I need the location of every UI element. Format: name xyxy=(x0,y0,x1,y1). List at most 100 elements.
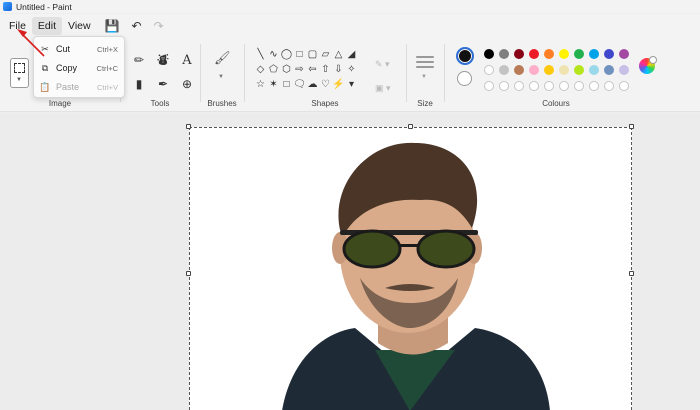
hexagon-shape-icon[interactable]: ⬡ xyxy=(280,62,293,77)
colour-swatch[interactable] xyxy=(604,49,614,59)
colour-swatch[interactable] xyxy=(499,49,509,59)
six-point-star-shape-icon[interactable]: ✶ xyxy=(267,77,280,92)
colour-swatch[interactable] xyxy=(529,49,539,59)
copy-menu-item[interactable]: ⧉ Copy Ctrl+C xyxy=(34,59,126,77)
menu-file[interactable]: File xyxy=(3,17,32,35)
custom-colour-slot[interactable] xyxy=(574,81,584,91)
four-point-star-shape-icon[interactable]: ✧ xyxy=(345,62,358,77)
fill-bucket-icon[interactable]: ⛇ xyxy=(151,48,175,72)
chevron-down-icon[interactable]: ▼ xyxy=(421,74,427,80)
oval-shape-icon[interactable]: ◯ xyxy=(280,47,293,62)
colour-swatch[interactable] xyxy=(589,65,599,75)
cut-shortcut: Ctrl+X xyxy=(96,44,118,54)
resize-handle[interactable] xyxy=(629,124,634,129)
custom-colour-slot[interactable] xyxy=(499,81,509,91)
polygon-shape-icon[interactable]: ▱ xyxy=(319,47,332,62)
custom-colour-slot[interactable] xyxy=(604,81,614,91)
triangle-shape-icon[interactable]: △ xyxy=(332,47,345,62)
resize-handle[interactable] xyxy=(186,271,191,276)
lightning-shape-icon[interactable]: ⚡ xyxy=(332,77,345,92)
curve-shape-icon[interactable]: ∿ xyxy=(267,47,280,62)
left-arrow-shape-icon[interactable]: ⇦ xyxy=(306,62,319,77)
edit-menu-dropdown: ✂ Cut Ctrl+X ⧉ Copy Ctrl+C 📋 Paste Ctrl+… xyxy=(33,36,125,98)
colour-swatch[interactable] xyxy=(514,49,524,59)
resize-handle[interactable] xyxy=(629,271,634,276)
five-point-star-shape-icon[interactable]: ☆ xyxy=(254,77,267,92)
save-icon[interactable]: 💾 xyxy=(105,19,120,33)
eraser-icon[interactable]: ▮ xyxy=(127,72,151,96)
right-arrow-shape-icon[interactable]: ⇨ xyxy=(293,62,306,77)
resize-handle[interactable] xyxy=(408,124,413,129)
image-group-label: Image xyxy=(48,99,72,108)
diamond-shape-icon[interactable]: ◇ xyxy=(254,62,267,77)
custom-colour-slot[interactable] xyxy=(484,81,494,91)
up-arrow-shape-icon[interactable]: ⇧ xyxy=(319,62,332,77)
selection-tool-button[interactable]: ▼ xyxy=(10,58,29,88)
cut-menu-item[interactable]: ✂ Cut Ctrl+X xyxy=(34,40,126,58)
right-triangle-shape-icon[interactable]: ◢ xyxy=(345,47,358,62)
rect-callout-shape-icon[interactable]: □ xyxy=(280,77,293,92)
paint-app-icon xyxy=(3,2,12,11)
magnifier-icon[interactable]: ⊕ xyxy=(175,72,199,96)
fill-icon[interactable]: ▣ ▾ xyxy=(375,76,391,100)
copy-icon: ⧉ xyxy=(41,62,49,73)
undo-icon[interactable]: ↶ xyxy=(132,19,142,33)
title-bar: Untitled - Paint xyxy=(0,0,700,13)
colour-palette xyxy=(484,49,634,97)
colour-swatch[interactable] xyxy=(484,65,494,75)
drawing-canvas[interactable] xyxy=(189,127,632,410)
colour-swatch[interactable] xyxy=(544,49,554,59)
line-width-icon[interactable] xyxy=(416,56,434,71)
colour-swatch[interactable] xyxy=(604,65,614,75)
colour-swatch[interactable] xyxy=(574,65,584,75)
paste-shortcut: Ctrl+V xyxy=(96,82,118,92)
canvas-area[interactable] xyxy=(0,113,700,410)
more-shapes-icon[interactable]: ▾ xyxy=(345,77,358,92)
colour-swatch[interactable] xyxy=(529,65,539,75)
custom-colour-slot[interactable] xyxy=(529,81,539,91)
resize-handle[interactable] xyxy=(186,124,191,129)
chevron-down-icon[interactable]: ▼ xyxy=(218,74,224,80)
custom-colour-slot[interactable] xyxy=(589,81,599,91)
colour-swatch[interactable] xyxy=(619,49,629,59)
paste-menu-item[interactable]: 📋 Paste Ctrl+V xyxy=(34,78,126,96)
custom-colour-slot[interactable] xyxy=(514,81,524,91)
colour-swatch[interactable] xyxy=(619,65,629,75)
colour-swatch[interactable] xyxy=(514,65,524,75)
portrait-image xyxy=(282,142,550,410)
paste-icon: 📋 xyxy=(39,81,51,92)
secondary-colour[interactable] xyxy=(457,71,472,86)
redo-icon[interactable]: ↷ xyxy=(154,19,164,33)
colour-swatch[interactable] xyxy=(559,49,569,59)
custom-colour-slot[interactable] xyxy=(619,81,629,91)
selection-rectangle-icon xyxy=(14,63,25,73)
colour-swatch[interactable] xyxy=(559,65,569,75)
pencil-icon[interactable]: ✏ xyxy=(127,48,151,72)
brush-icon[interactable]: 🖌 xyxy=(214,50,231,66)
text-tool-icon[interactable]: A xyxy=(175,48,199,72)
oval-callout-shape-icon[interactable]: 🗨 xyxy=(293,77,306,92)
colour-swatch[interactable] xyxy=(589,49,599,59)
down-arrow-shape-icon[interactable]: ⇩ xyxy=(332,62,345,77)
chevron-down-icon: ▼ xyxy=(16,77,22,83)
outline-icon[interactable]: ✎ ▾ xyxy=(375,52,391,76)
line-shape-icon[interactable]: ╲ xyxy=(254,47,267,62)
colour-swatch[interactable] xyxy=(499,65,509,75)
rounded-rectangle-shape-icon[interactable]: ▢ xyxy=(306,47,319,62)
pentagon-shape-icon[interactable]: ⬠ xyxy=(267,62,280,77)
cloud-callout-shape-icon[interactable]: ☁ xyxy=(306,77,319,92)
color-picker-icon[interactable]: ✒ xyxy=(151,72,175,96)
primary-colour[interactable] xyxy=(456,47,474,65)
rectangle-shape-icon[interactable]: □ xyxy=(293,47,306,62)
edit-colours-icon[interactable] xyxy=(639,56,657,74)
menu-view[interactable]: View xyxy=(62,17,97,35)
colour-swatch[interactable] xyxy=(544,65,554,75)
custom-colour-slot[interactable] xyxy=(544,81,554,91)
shape-options: ✎ ▾ ▣ ▾ xyxy=(375,52,391,100)
heart-shape-icon[interactable]: ♡ xyxy=(319,77,332,92)
custom-colour-slot[interactable] xyxy=(559,81,569,91)
colour-swatch[interactable] xyxy=(574,49,584,59)
colour-swatch[interactable] xyxy=(484,49,494,59)
copy-label: Copy xyxy=(56,63,78,73)
menu-edit[interactable]: Edit xyxy=(31,17,63,35)
